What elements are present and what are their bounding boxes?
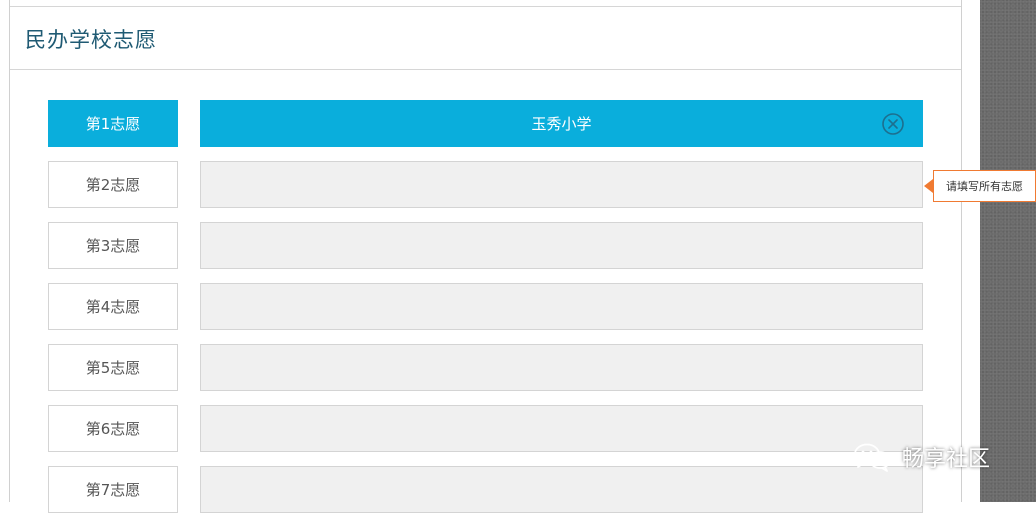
watermark: 畅享社区 [852, 440, 990, 474]
section-title: 民办学校志愿 [25, 28, 157, 52]
main-panel: 民办学校志愿 第1志愿 玉秀小学 第2志愿 第3志愿 第4志愿 第5志愿 第6志… [9, 0, 962, 513]
tooltip-arrow [924, 179, 933, 193]
wish-value-1: 玉秀小学 [531, 115, 592, 133]
background-texture [980, 0, 1036, 502]
wish-field-3[interactable] [200, 222, 923, 269]
wish-label-5: 第5志愿 [48, 344, 178, 391]
divider [10, 6, 961, 7]
wish-label-1: 第1志愿 [48, 100, 178, 147]
clear-icon[interactable] [882, 113, 904, 135]
wish-label-3: 第3志愿 [48, 222, 178, 269]
wish-field-6[interactable] [200, 405, 923, 452]
validation-tooltip: 请填写所有志愿 [933, 170, 1036, 202]
wish-field-4[interactable] [200, 283, 923, 330]
wish-label-4: 第4志愿 [48, 283, 178, 330]
wish-field-7[interactable] [200, 466, 923, 513]
wechat-icon [854, 443, 891, 472]
divider [10, 69, 961, 70]
wish-label-7: 第7志愿 [48, 466, 178, 513]
watermark-text: 畅享社区 [902, 447, 991, 472]
wish-label-2: 第2志愿 [48, 161, 178, 208]
wish-field-2[interactable] [200, 161, 923, 208]
wish-label-6: 第6志愿 [48, 405, 178, 452]
wish-field-1[interactable]: 玉秀小学 [200, 100, 923, 147]
wish-field-5[interactable] [200, 344, 923, 391]
